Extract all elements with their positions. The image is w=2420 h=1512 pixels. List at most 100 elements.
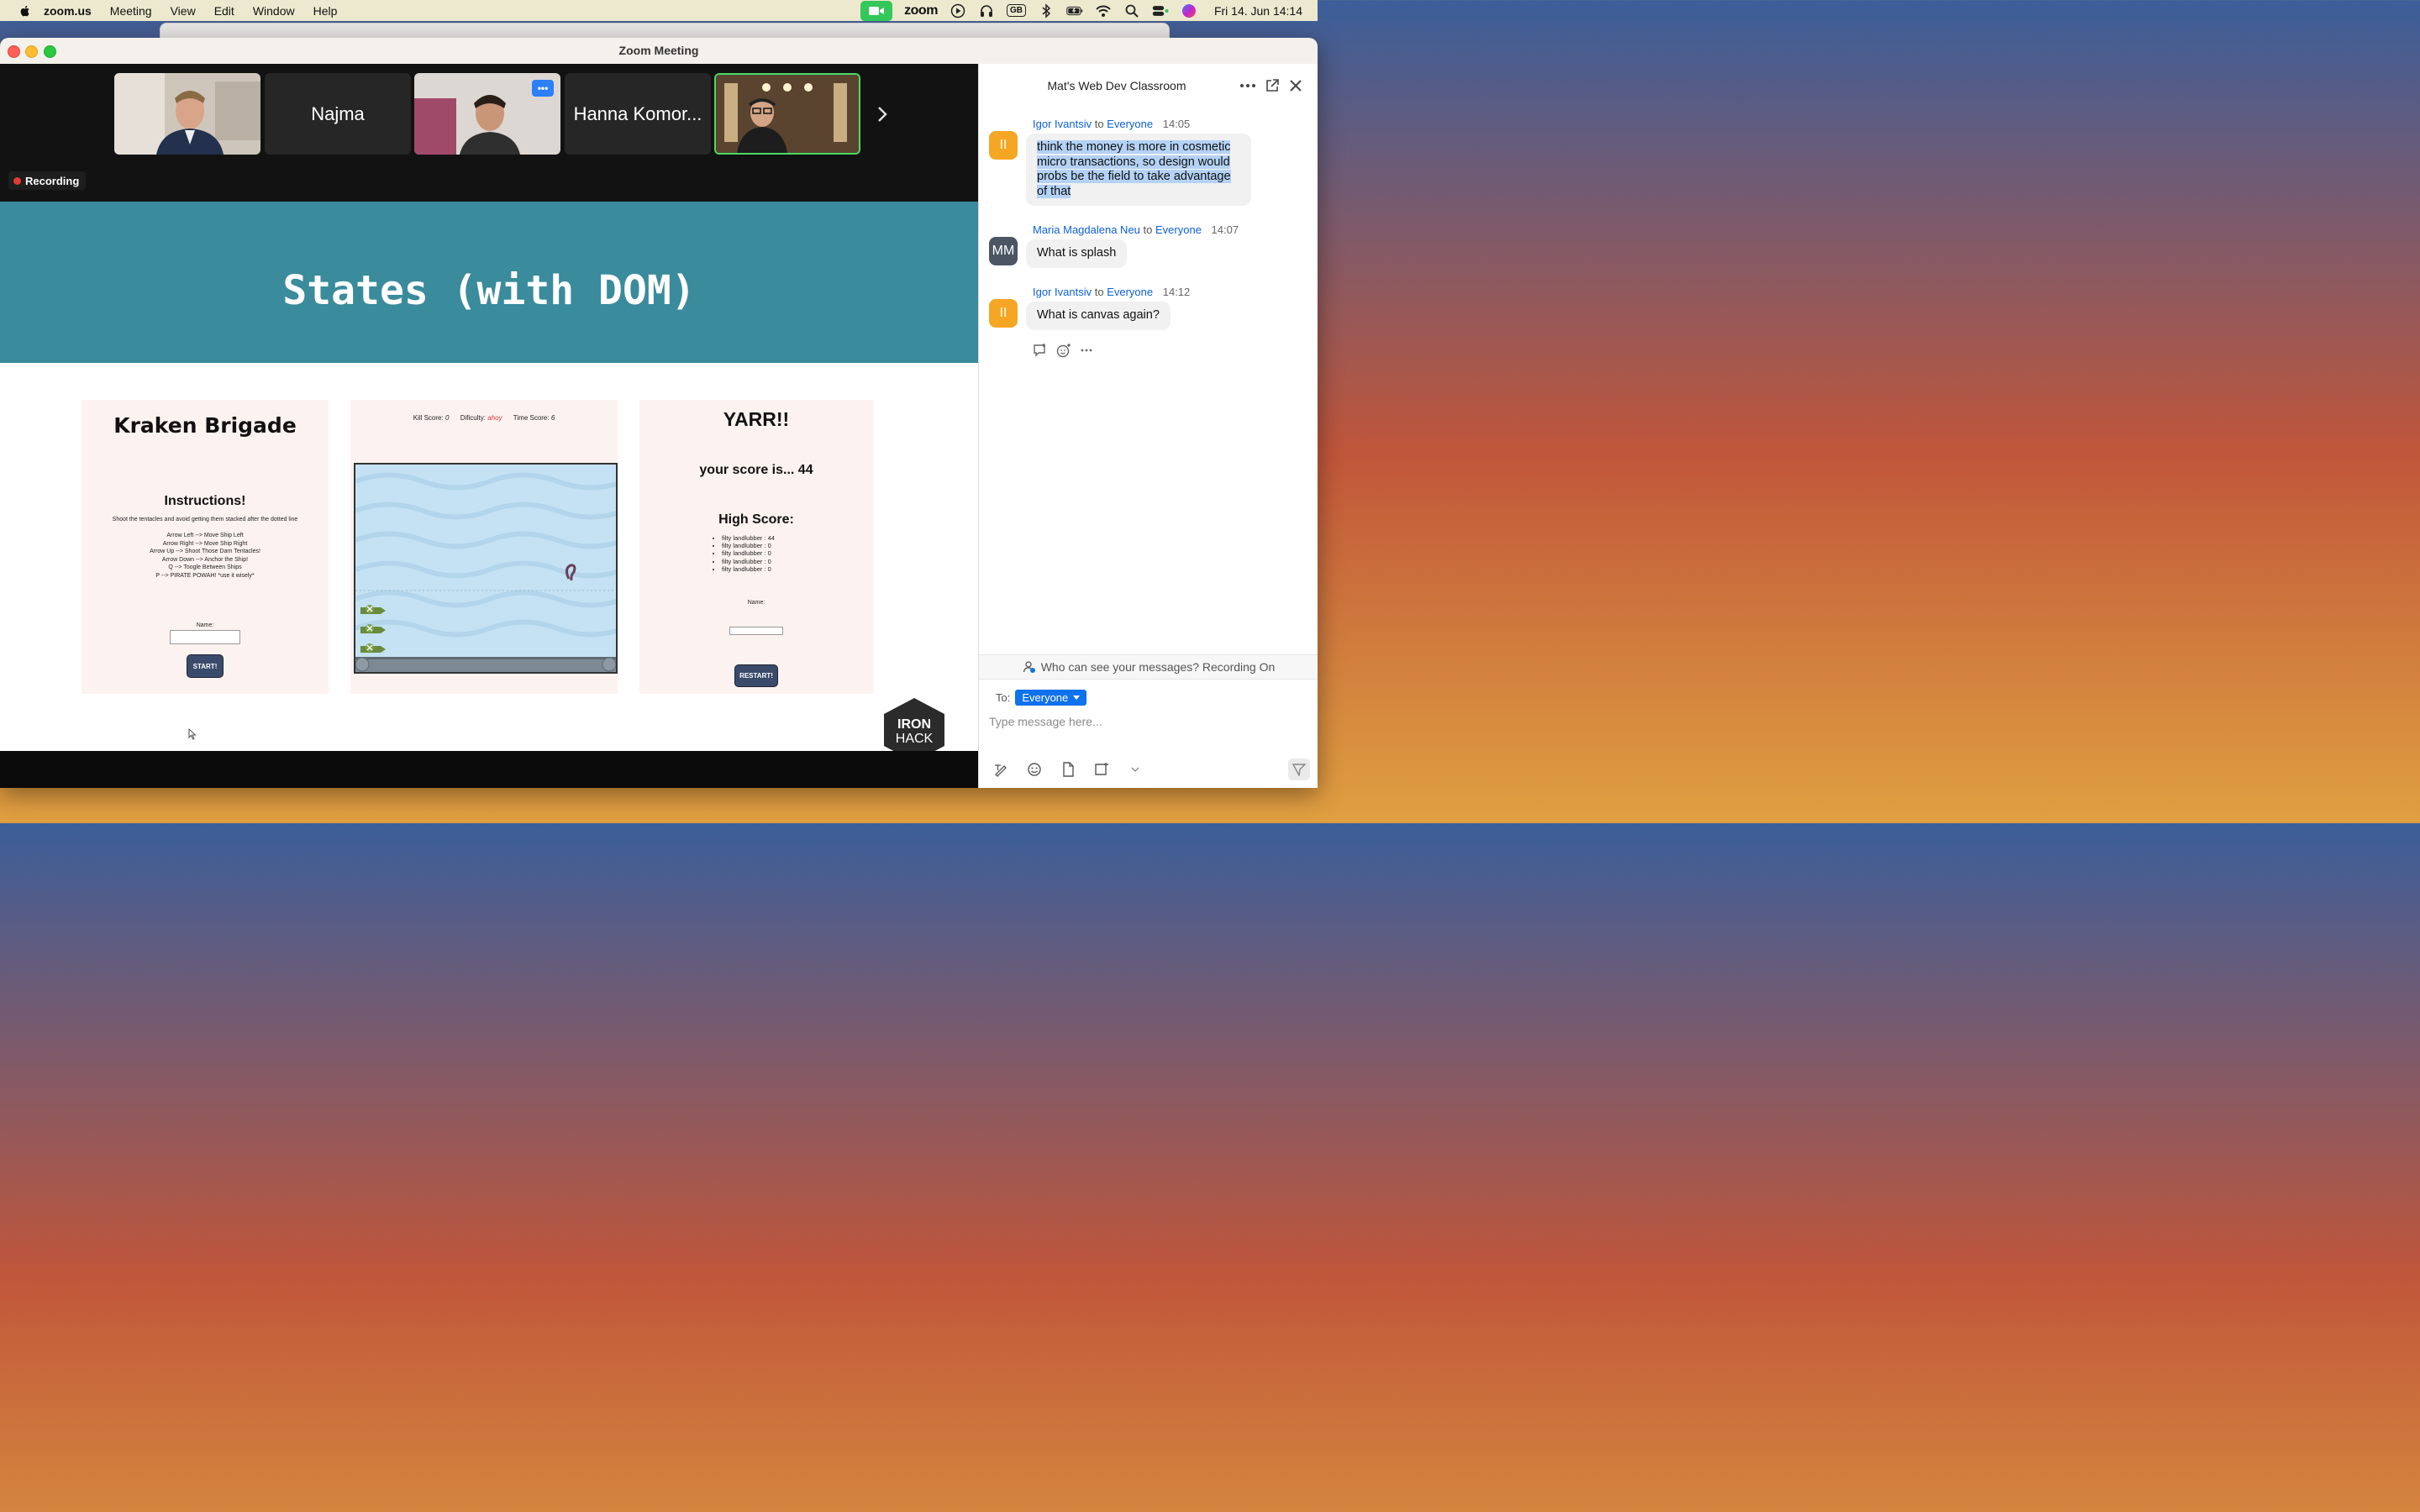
active-speaker-tile[interactable]: [714, 73, 860, 155]
game-canvas: [354, 463, 618, 674]
message-text: What is canvas again?: [1037, 308, 1160, 322]
message-input[interactable]: [987, 711, 1310, 732]
message-meta: Igor Ivantsiv to Everyone 14:12: [1033, 286, 1190, 298]
format-text-icon[interactable]: [992, 761, 1009, 778]
emoji-icon[interactable]: [1026, 761, 1043, 778]
kill-score-label: Kill Score:: [413, 414, 444, 422]
message-meta: Igor Ivantsiv to Everyone 14:05: [1033, 118, 1190, 130]
screenshot-icon[interactable]: [1093, 761, 1110, 778]
game-play-screenshot: Kill Score: 0 Dificulty: ahoy Time Score…: [350, 400, 618, 694]
spotlight-search-icon[interactable]: [1123, 3, 1140, 18]
message-time: 14:05: [1162, 118, 1191, 130]
message-visibility-notice[interactable]: Who can see your messages? Recording On: [979, 654, 1318, 680]
recipient-name[interactable]: Everyone: [1107, 118, 1153, 130]
to-word: to: [1143, 223, 1153, 236]
high-score-item: filty landlubber : 0: [722, 565, 775, 573]
keyboard-layout-indicator[interactable]: GB: [1006, 4, 1026, 17]
high-score-item: filty landlubber : 0: [722, 558, 775, 565]
message-text: think the money is more in cosmetic micr…: [1037, 140, 1231, 198]
instruction-line: Arrow Down --> Anchor the Ship!: [161, 556, 249, 563]
kill-score-value: 0: [445, 414, 450, 422]
pop-out-icon[interactable]: [1264, 77, 1281, 94]
to-label: To:: [996, 691, 1011, 704]
recipient-dropdown[interactable]: Everyone: [1015, 690, 1087, 706]
slide-title: States (with DOM): [282, 267, 696, 314]
menu-window[interactable]: Window: [253, 4, 295, 18]
headphones-icon[interactable]: [978, 3, 995, 18]
add-reaction-icon[interactable]: [1056, 343, 1071, 362]
instruction-line: Arrow Right --> Move Ship Right: [162, 540, 248, 547]
recording-indicator[interactable]: Recording: [8, 171, 87, 190]
chevron-down-icon[interactable]: [1127, 761, 1144, 778]
logo-text: IRON: [897, 717, 931, 732]
avatar: II: [989, 299, 1018, 328]
message-bubble[interactable]: What is splash: [1026, 239, 1128, 268]
instruction-line: P --> PIRATE POWAH! *use it wisely*: [155, 572, 255, 579]
time-score-label: Time Score:: [513, 414, 550, 422]
chevron-right-icon[interactable]: [874, 104, 891, 124]
menu-help[interactable]: Help: [313, 4, 338, 18]
participant-video-feed: [716, 75, 859, 153]
bluetooth-icon[interactable]: [1038, 3, 1055, 18]
game-over-screenshot: YARR!! your score is... 44 High Score: f…: [639, 400, 873, 694]
start-button: START!: [187, 654, 224, 678]
slide-banner: States (with DOM): [0, 202, 978, 363]
menu-meeting[interactable]: Meeting: [110, 4, 152, 18]
menubar-datetime[interactable]: Fri 14. Jun 14:14: [1214, 4, 1302, 18]
wifi-icon[interactable]: [1095, 3, 1112, 18]
more-actions-icon[interactable]: [1080, 343, 1093, 362]
shared-screen: States (with DOM) Kraken Brigade Instruc…: [0, 202, 978, 762]
name-input: [729, 627, 783, 635]
message-time: 14:07: [1211, 223, 1239, 236]
send-button[interactable]: [1288, 759, 1310, 780]
zoom-menubar-label[interactable]: zoom: [904, 3, 938, 18]
sender-name[interactable]: Igor Ivantsiv: [1033, 118, 1092, 130]
window-title: Zoom Meeting: [618, 44, 699, 57]
menu-edit[interactable]: Edit: [214, 4, 234, 18]
menu-app-zoom[interactable]: zoom.us: [44, 4, 92, 18]
control-center-icon[interactable]: [1152, 3, 1169, 18]
reply-icon[interactable]: [1033, 343, 1048, 362]
to-word: to: [1094, 118, 1104, 130]
name-input: [170, 630, 240, 644]
more-options-icon[interactable]: [1239, 77, 1256, 94]
recipient-name[interactable]: Everyone: [1107, 286, 1153, 298]
siri-icon[interactable]: [1181, 3, 1197, 18]
message-time: 14:12: [1162, 286, 1191, 298]
high-score-heading: High Score:: [718, 512, 794, 527]
instruction-line: Q --> Toogle Between Ships: [168, 564, 242, 570]
high-score-item: filty landlubber : 44: [722, 534, 775, 542]
battery-icon[interactable]: [1066, 3, 1083, 18]
zoom-camera-status-icon[interactable]: [860, 0, 893, 21]
instructions-heading: Instructions!: [164, 494, 246, 508]
play-icon[interactable]: [950, 3, 966, 18]
message-meta: Maria Magdalena Neu to Everyone 14:07: [1033, 223, 1239, 236]
game-hud: Kill Score: 0 Dificulty: ahoy Time Score…: [350, 414, 618, 422]
recipient-name[interactable]: Everyone: [1155, 223, 1202, 236]
menu-view[interactable]: View: [171, 4, 196, 18]
sender-name[interactable]: Igor Ivantsiv: [1033, 286, 1092, 298]
message-actions: [1033, 343, 1093, 362]
participant-name: Najma: [311, 102, 365, 124]
high-score-item: filty landlubber : 0: [722, 542, 775, 549]
time-score-value: 6: [550, 414, 555, 422]
send-icon: [1292, 764, 1306, 776]
message-bubble[interactable]: think the money is more in cosmetic micr…: [1026, 134, 1251, 206]
file-icon[interactable]: [1060, 761, 1076, 778]
high-score-list: filty landlubber : 44 filty landlubber :…: [708, 534, 775, 573]
difficulty-label: Dificulty:: [460, 414, 486, 422]
user-privacy-icon: [1023, 661, 1035, 673]
tile-more-options-button[interactable]: •••: [532, 80, 554, 97]
pirate-ships: [360, 605, 386, 653]
participant-video-tile[interactable]: •••: [414, 73, 560, 155]
message-bubble[interactable]: What is canvas again?: [1026, 302, 1171, 330]
apple-icon[interactable]: [18, 4, 32, 18]
sender-name[interactable]: Maria Magdalena Neu: [1033, 223, 1140, 236]
participant-video-feed: [114, 73, 260, 155]
participant-video-tile[interactable]: [114, 73, 260, 155]
game-over-title: YARR!!: [723, 408, 790, 430]
close-icon[interactable]: [1287, 77, 1304, 94]
participant-tile-hanna[interactable]: Hanna Komor...: [565, 73, 711, 155]
participant-tile-najma[interactable]: Najma: [265, 73, 411, 155]
zoom-meeting-window: Zoom Meeting Najma ••• Hanna Komor... Re…: [0, 38, 1318, 788]
